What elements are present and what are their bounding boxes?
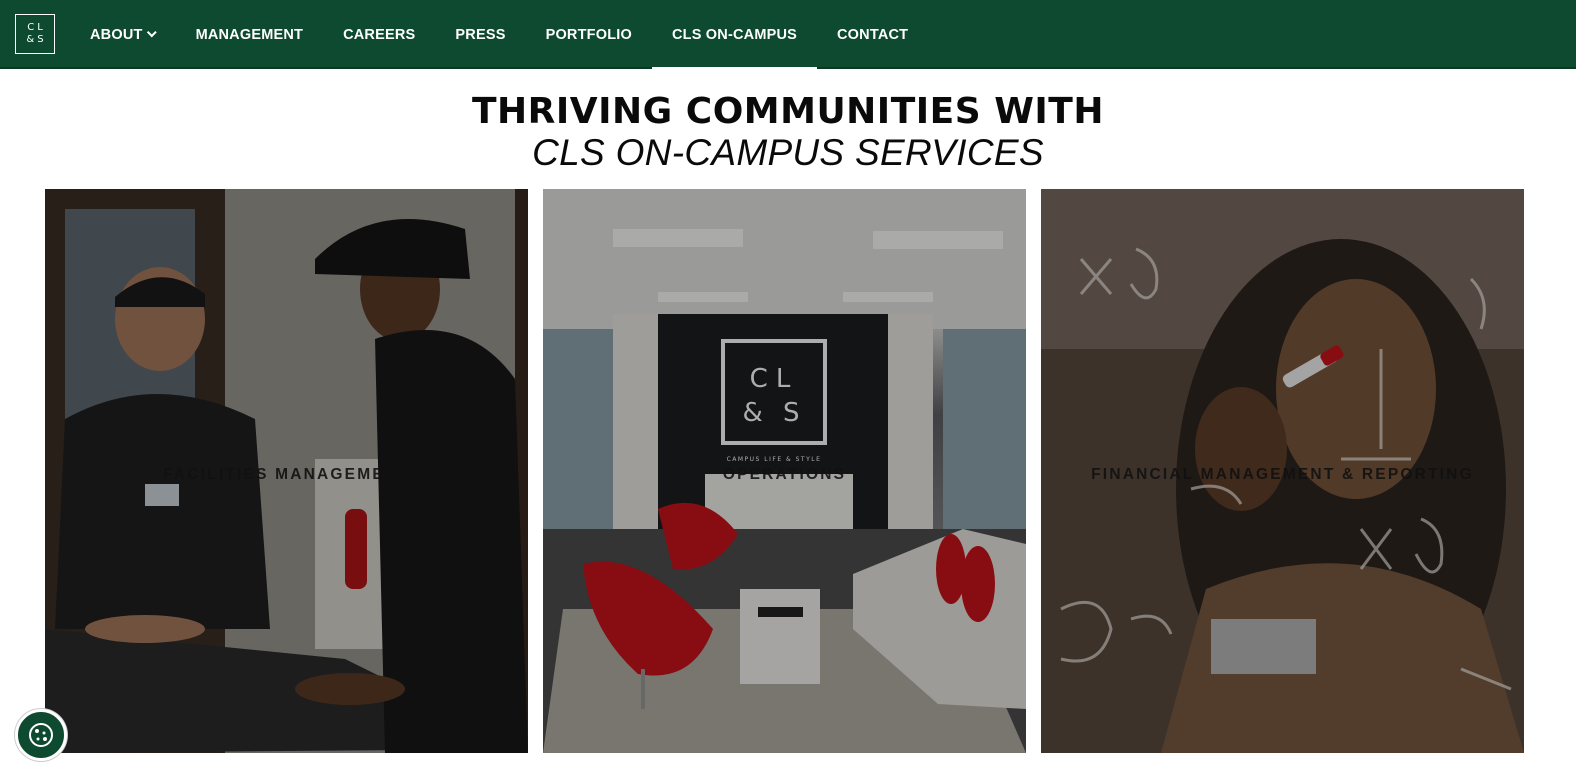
top-navigation: CL &S ABOUT MANAGEMENT CAREERS PRESS POR… — [0, 0, 1576, 71]
nav-item-label: CONTACT — [837, 26, 909, 43]
headline-line-2: CLS ON-CAMPUS SERVICES — [532, 132, 1044, 173]
site-logo[interactable]: CL &S — [15, 14, 55, 54]
nav-item-label: ABOUT — [90, 26, 143, 43]
card-title: FINANCIAL MANAGEMENT & REPORTING — [1091, 466, 1474, 483]
card-title: OPERATIONS — [722, 466, 847, 483]
service-card-operations[interactable]: CL & S CAMPUS LIFE & STYLE OPERATIONS — [543, 189, 1026, 753]
nav-item-press[interactable]: PRESS — [435, 0, 525, 69]
nav-item-label: MANAGEMENT — [195, 26, 304, 43]
logo-line-2: &S — [26, 34, 47, 45]
cookie-icon — [29, 723, 53, 747]
nav-item-label: PRESS — [455, 26, 506, 43]
nav-item-label: CLS ON-CAMPUS — [671, 26, 798, 43]
cookie-settings-button[interactable] — [15, 709, 67, 761]
nav-item-label: CAREERS — [343, 26, 416, 43]
chevron-down-icon — [146, 27, 157, 38]
headline-line-1: THRIVING COMMUNITIES WITH — [472, 91, 1104, 132]
main-nav: ABOUT MANAGEMENT CAREERS PRESS PORTFOLIO… — [70, 0, 928, 71]
nav-item-cls-on-campus[interactable]: CLS ON-CAMPUS — [651, 0, 818, 71]
service-card-financial[interactable]: FINANCIAL MANAGEMENT & REPORTING — [1041, 189, 1524, 753]
nav-item-about[interactable]: ABOUT — [70, 0, 176, 69]
nav-item-contact[interactable]: CONTACT — [817, 0, 928, 69]
nav-item-label: PORTFOLIO — [545, 26, 632, 43]
card-title: FACILITIES MANAGEMENT — [163, 466, 410, 483]
nav-item-careers[interactable]: CAREERS — [323, 0, 435, 69]
nav-item-management[interactable]: MANAGEMENT — [176, 0, 324, 69]
page-headline: THRIVING COMMUNITIES WITH CLS ON-CAMPUS … — [0, 92, 1576, 174]
logo-line-1: CL — [27, 22, 46, 33]
nav-item-portfolio[interactable]: PORTFOLIO — [526, 0, 652, 69]
service-card-facilities[interactable]: FACILITIES MANAGEMENT — [45, 189, 528, 753]
